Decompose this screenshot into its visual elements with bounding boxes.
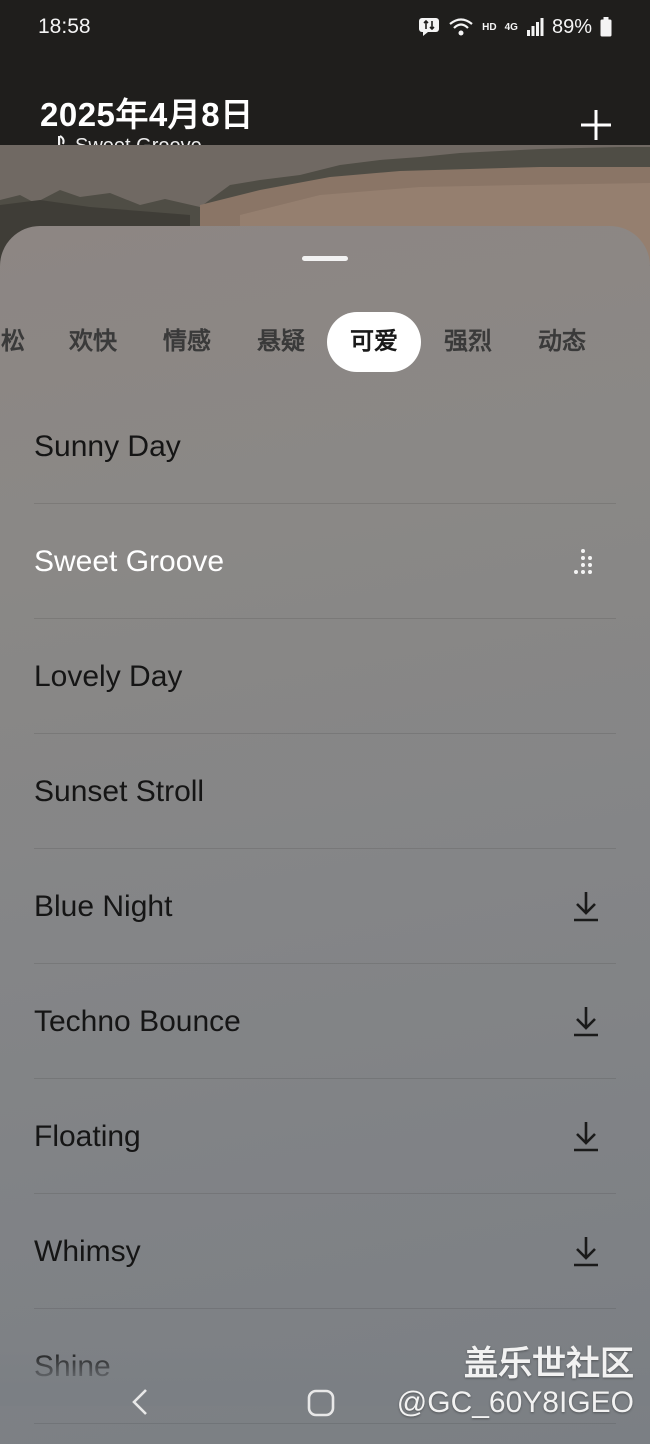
tab-category-3[interactable]: 情感 — [152, 312, 222, 372]
back-icon[interactable] — [126, 1386, 154, 1418]
tab-category-6[interactable]: 强烈 — [433, 312, 503, 372]
tab-category-5[interactable]: 可爱 — [327, 312, 421, 372]
track-list: Sunny Day Sweet Groove Lovely Day Sunset… — [34, 389, 616, 1424]
track-title: Blue Night — [34, 890, 173, 923]
tab-category-4[interactable]: 悬疑 — [246, 312, 316, 372]
signal-icon — [526, 18, 544, 36]
wifi-icon — [449, 18, 473, 36]
tab-category-7[interactable]: 动态 — [527, 312, 597, 372]
playing-indicator-icon — [574, 549, 592, 574]
track-title: Techno Bounce — [34, 1005, 241, 1038]
track-row[interactable]: Techno Bounce — [34, 964, 616, 1079]
hd-indicator: HD — [482, 21, 497, 33]
track-row[interactable]: Sunny Day — [34, 389, 616, 504]
track-title: Lovely Day — [34, 660, 183, 693]
download-icon[interactable] — [570, 1119, 602, 1153]
track-row-playing[interactable]: Sweet Groove — [34, 504, 616, 619]
track-row[interactable]: Blue Night — [34, 849, 616, 964]
category-tabs: 松 欢快 情感 悬疑 可爱 强烈 动态 — [0, 312, 650, 372]
add-button[interactable] — [574, 102, 618, 146]
date-title: 2025年4月8日 — [40, 96, 254, 133]
download-icon[interactable] — [570, 1004, 602, 1038]
status-time: 18:58 — [38, 15, 91, 38]
top-bar: 18:58 HD 4G 89% 2025年4月8日 — [0, 0, 650, 157]
track-title: Sunny Day — [34, 430, 181, 463]
track-title: Floating — [34, 1120, 141, 1153]
music-sheet: 松 欢快 情感 悬疑 可爱 强烈 动态 Sunny Day Sweet Groo… — [0, 226, 650, 1444]
tab-category-2[interactable]: 欢快 — [58, 312, 128, 372]
track-row[interactable]: Sunset Stroll — [34, 734, 616, 849]
download-icon[interactable] — [570, 1234, 602, 1268]
watermark-handle: @GC_60Y8IGEO — [396, 1386, 634, 1419]
track-row[interactable]: Whimsy — [34, 1194, 616, 1309]
watermark-title: 盖乐世社区 — [464, 1345, 634, 1383]
status-icons: HD 4G 89% — [418, 16, 612, 39]
track-row[interactable]: Floating — [34, 1079, 616, 1194]
battery-icon — [600, 17, 612, 37]
download-icon[interactable] — [570, 889, 602, 923]
battery-percent: 89% — [551, 15, 592, 38]
4g-indicator: 4G — [504, 21, 518, 33]
track-row[interactable]: Lovely Day — [34, 619, 616, 734]
message-icon — [419, 18, 440, 36]
status-bar: 18:58 HD 4G 89% — [0, 0, 650, 54]
plus-icon — [581, 110, 611, 140]
track-title: Whimsy — [34, 1235, 141, 1268]
track-title: Sunset Stroll — [34, 775, 205, 808]
track-title: Sweet Groove — [34, 545, 225, 578]
home-icon[interactable] — [306, 1388, 336, 1418]
drag-handle[interactable] — [302, 256, 348, 261]
tab-category-1[interactable]: 松 — [0, 312, 28, 372]
